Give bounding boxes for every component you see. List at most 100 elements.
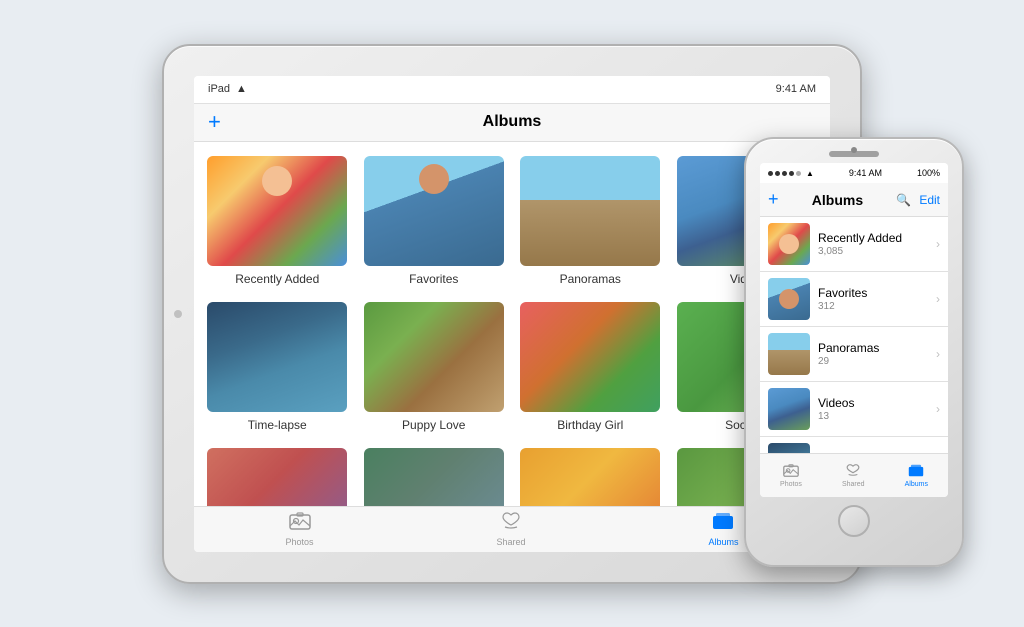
iphone-search-button[interactable]: 🔍: [896, 193, 911, 207]
ipad-tab-albums[interactable]: Albums: [708, 512, 738, 547]
ipad-album-row3c[interactable]: [517, 448, 664, 506]
iphone-nav-actions: 🔍 Edit: [896, 193, 940, 207]
iphone-signal: ▲: [768, 169, 814, 178]
ipad-album-thumb-favorites: [364, 156, 504, 266]
chevron-right-icon: ›: [936, 237, 940, 251]
iphone-tab-shared-label: Shared: [842, 481, 865, 488]
ipad-tab-bar: Photos Shared Albums: [194, 506, 830, 552]
ipad-album-thumb-row3b: [364, 448, 504, 506]
iphone-thumb-favorites: [768, 278, 810, 320]
iphone-nav-bar: + Albums 🔍 Edit: [760, 183, 948, 217]
ipad-status-bar: iPad ▲ 9:41 AM: [194, 76, 830, 104]
iphone-thumb-timelapse: [768, 443, 810, 453]
chevron-right-icon: ›: [936, 292, 940, 306]
ipad-wifi-icon: ▲: [236, 83, 247, 95]
iphone-album-count-panoramas: 29: [818, 356, 928, 367]
iphone-album-count-videos: 13: [818, 411, 928, 422]
shared-icon: [500, 512, 522, 535]
ipad-tab-photos-label: Photos: [285, 537, 313, 547]
ipad-album-thumb-puppy-love: [364, 302, 504, 412]
ipad-tab-shared[interactable]: Shared: [496, 512, 525, 547]
ipad-device-label: iPad: [208, 83, 230, 95]
iphone-album-info-favorites: Favorites 312: [810, 286, 936, 312]
ipad-tab-shared-label: Shared: [496, 537, 525, 547]
iphone-title: Albums: [812, 192, 863, 208]
iphone-album-info-videos: Videos 13: [810, 396, 936, 422]
ipad-album-label-birthday: Birthday Girl: [557, 418, 623, 432]
iphone-album-count-favorites: 312: [818, 301, 928, 312]
ipad-album-birthday[interactable]: Birthday Girl: [517, 302, 664, 432]
ipad-album-recently-added[interactable]: Recently Added: [204, 156, 351, 286]
iphone-album-name-recently-added: Recently Added: [818, 231, 928, 245]
iphone-screen: ▲ 9:41 AM 100% + Albums 🔍 Edit: [760, 163, 948, 497]
ipad-album-favorites[interactable]: Favorites: [361, 156, 508, 286]
iphone-thumb-panoramas: [768, 333, 810, 375]
iphone-status-bar: ▲ 9:41 AM 100%: [760, 163, 948, 183]
iphone-album-recently-added[interactable]: Recently Added 3,085 ›: [760, 217, 948, 272]
iphone-album-info-recently-added: Recently Added 3,085: [810, 231, 936, 257]
ipad-album-thumb-timelapse: [207, 302, 347, 412]
ipad-album-panoramas[interactable]: Panoramas: [517, 156, 664, 286]
iphone-thumb-recently-added: [768, 223, 810, 265]
iphone-album-videos[interactable]: Videos 13 ›: [760, 382, 948, 437]
iphone-album-name-panoramas: Panoramas: [818, 341, 928, 355]
iphone-tab-bar: Photos Shared Albums: [760, 453, 948, 497]
ipad-albums-grid-container: Recently Added Favorites Panoramas: [194, 142, 830, 506]
iphone-album-name-favorites: Favorites: [818, 286, 928, 300]
ipad-album-row3a[interactable]: [204, 448, 351, 506]
iphone-battery: 100%: [917, 168, 940, 178]
iphone-tab-albums-label: Albums: [905, 481, 928, 488]
face-shape: [262, 166, 292, 196]
iphone-camera: [851, 147, 857, 153]
iphone-device: ▲ 9:41 AM 100% + Albums 🔍 Edit: [744, 137, 964, 567]
ipad-album-row3b[interactable]: [361, 448, 508, 506]
iphone-edit-button[interactable]: Edit: [919, 193, 940, 207]
photos-tab-icon: [783, 464, 799, 480]
face-shape: [419, 164, 449, 194]
iphone-home-button[interactable]: [838, 505, 870, 537]
photos-icon: [289, 512, 311, 535]
ipad-album-label-favorites: Favorites: [409, 272, 458, 286]
albums-icon: [712, 512, 734, 535]
ipad-add-button[interactable]: +: [208, 109, 221, 135]
iphone-album-timelapse[interactable]: Time-lapse 24 ›: [760, 437, 948, 453]
iphone-add-button[interactable]: +: [768, 189, 779, 210]
iphone-album-panoramas[interactable]: Panoramas 29 ›: [760, 327, 948, 382]
ipad-album-label-recently-added: Recently Added: [235, 272, 319, 286]
ipad-album-label-panoramas: Panoramas: [560, 272, 621, 286]
iphone-time: 9:41 AM: [849, 168, 882, 178]
ipad-album-thumb-panoramas: [520, 156, 660, 266]
ipad-album-label-timelapse: Time-lapse: [248, 418, 307, 432]
ipad-status-left: iPad ▲: [208, 83, 247, 95]
ipad-tab-albums-label: Albums: [708, 537, 738, 547]
iphone-thumb-videos: [768, 388, 810, 430]
ipad-album-thumb-recently-added: [207, 156, 347, 266]
ipad-album-timelapse[interactable]: Time-lapse: [204, 302, 351, 432]
albums-tab-icon: [908, 464, 924, 480]
iphone-album-count-recently-added: 3,085: [818, 246, 928, 257]
chevron-right-icon: ›: [936, 402, 940, 416]
iphone-tab-photos[interactable]: Photos: [780, 464, 802, 488]
ipad-albums-grid: Recently Added Favorites Panoramas: [204, 156, 820, 506]
ipad-album-thumb-row3c: [520, 448, 660, 506]
iphone-tab-photos-label: Photos: [780, 481, 802, 488]
ipad-time: 9:41 AM: [776, 83, 816, 95]
ipad-album-thumb-birthday: [520, 302, 660, 412]
chevron-right-icon: ›: [936, 347, 940, 361]
iphone-album-name-videos: Videos: [818, 396, 928, 410]
iphone-album-info-panoramas: Panoramas 29: [810, 341, 936, 367]
ipad-album-puppy-love[interactable]: Puppy Love: [361, 302, 508, 432]
iphone-albums-list: Recently Added 3,085 › Favorites 312 ›: [760, 217, 948, 453]
ipad-album-label-puppy-love: Puppy Love: [402, 418, 465, 432]
iphone-wifi-icon: ▲: [806, 169, 814, 178]
iphone-tab-albums[interactable]: Albums: [905, 464, 928, 488]
iphone-tab-shared[interactable]: Shared: [842, 464, 865, 488]
ipad-home-button[interactable]: [174, 310, 182, 318]
shared-tab-icon: [845, 464, 861, 480]
iphone-album-favorites[interactable]: Favorites 312 ›: [760, 272, 948, 327]
ipad-screen: iPad ▲ 9:41 AM + Albums Recently Add: [194, 76, 830, 552]
ipad-tab-photos[interactable]: Photos: [285, 512, 313, 547]
ipad-title: Albums: [483, 113, 542, 131]
ipad-nav-bar: + Albums: [194, 104, 830, 142]
ipad-album-thumb-row3a: [207, 448, 347, 506]
